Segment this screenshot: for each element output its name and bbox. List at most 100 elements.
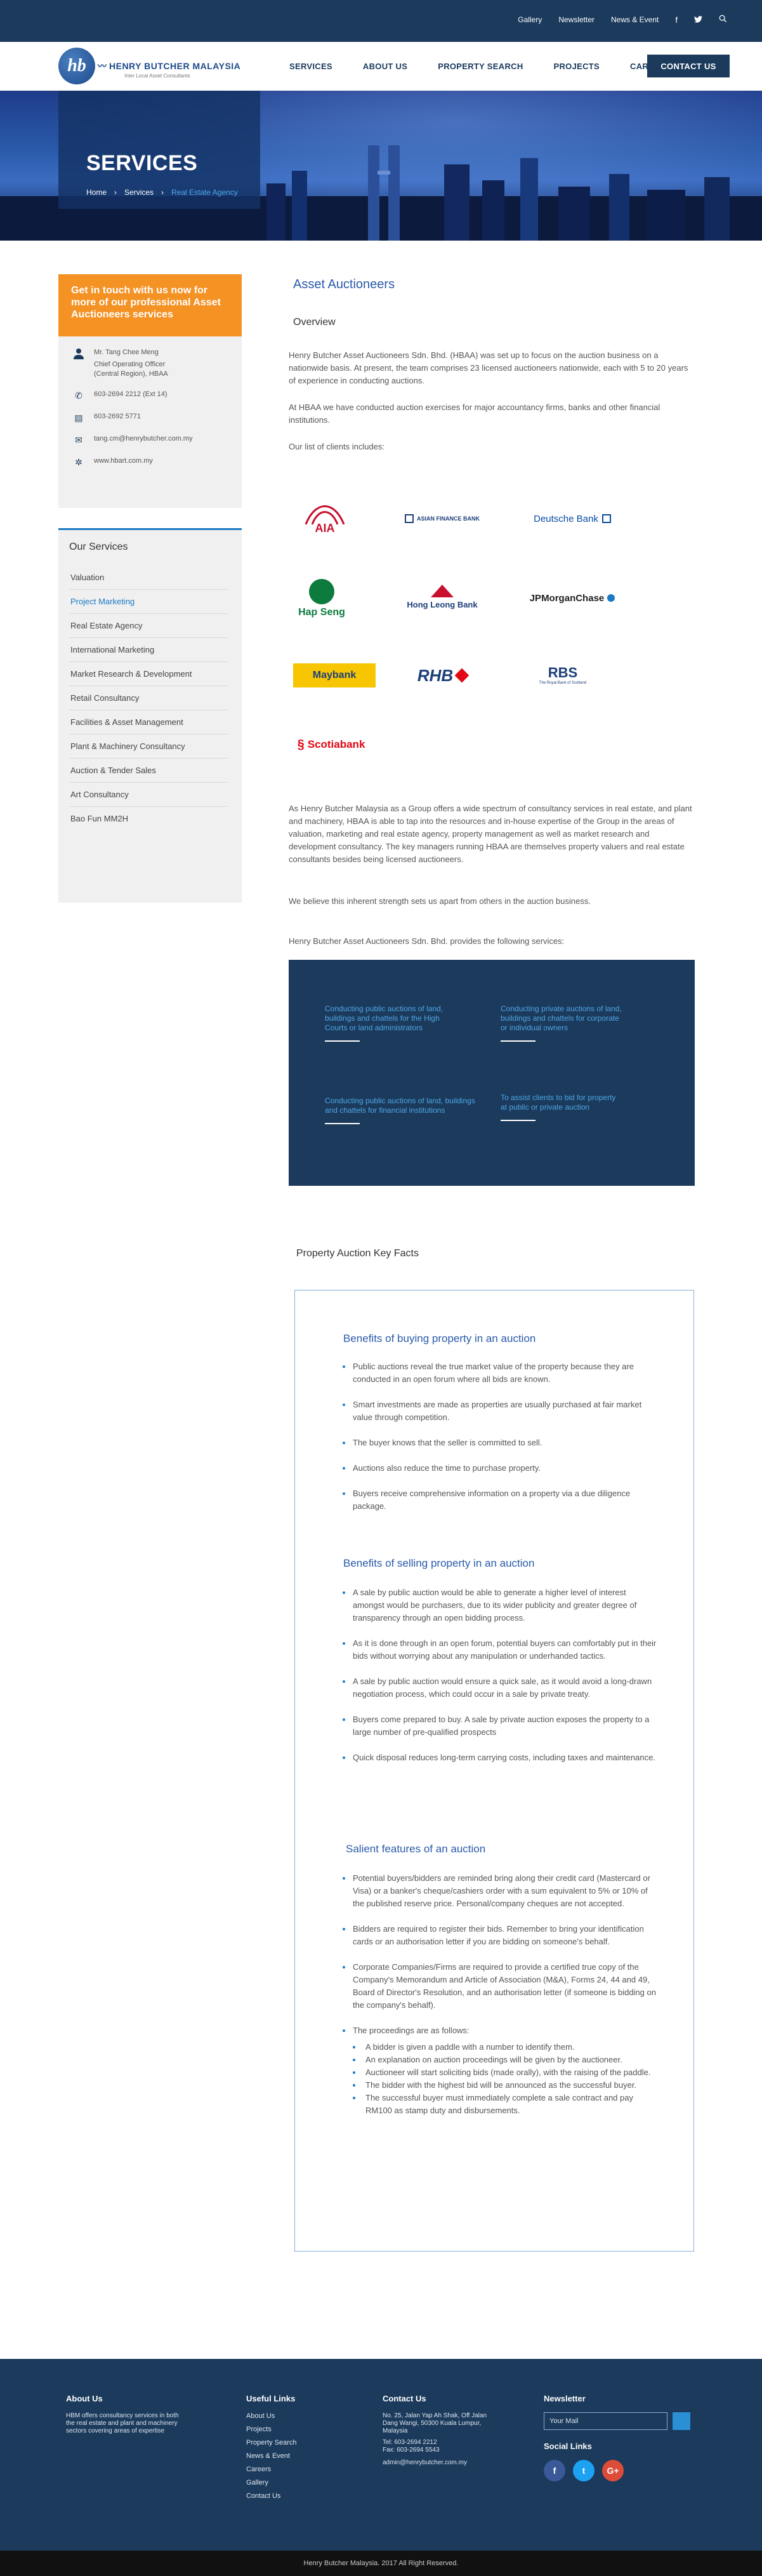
page-title: SERVICES xyxy=(86,151,198,175)
nav-property-search[interactable]: PROPERTY SEARCH xyxy=(438,62,523,71)
service-link-real-estate[interactable]: Real Estate Agency xyxy=(69,614,228,638)
proceedings-list: A bidder is given a paddle with a number… xyxy=(353,2041,657,2117)
facebook-icon[interactable]: f xyxy=(544,2460,565,2481)
nav-about-us[interactable]: ABOUT US xyxy=(363,62,407,71)
globe-icon: ✲ xyxy=(75,457,82,467)
logo[interactable]: hb 〰 HENRY BUTCHER MALAYSIA Inter Local … xyxy=(58,48,240,84)
list-item: As it is done through in an open forum, … xyxy=(343,1637,657,1663)
overview-heading: Overview xyxy=(293,317,336,328)
our-services-title: Our Services xyxy=(69,541,128,552)
salient-features-title: Salient features of an auction xyxy=(346,1843,486,1855)
list-item: Bidders are required to register their b… xyxy=(343,1923,657,1948)
fax-icon: ▤ xyxy=(74,413,83,423)
overview-paragraph-2: At HBAA we have conducted auction exerci… xyxy=(289,402,660,425)
chevron-right-icon: › xyxy=(114,188,117,197)
buying-benefits-title: Benefits of buying property in an auctio… xyxy=(343,1332,536,1344)
newsletter-title: Newsletter xyxy=(544,2394,586,2403)
person-icon xyxy=(72,348,85,361)
selling-benefits-title: Benefits of selling property in an aucti… xyxy=(343,1557,535,1569)
facebook-icon[interactable]: f xyxy=(675,15,678,25)
client-logo-maybank: Maybank xyxy=(293,663,376,687)
service-link-mm2h[interactable]: Bao Fun MM2H xyxy=(69,807,228,830)
service-link-art-consultancy[interactable]: Art Consultancy xyxy=(69,783,228,807)
footer-link-news[interactable]: News & Event xyxy=(246,2452,341,2460)
client-logos: AIA ASIAN FINANCE BANK Deutsche Bank Hap… xyxy=(293,489,674,768)
contact-email[interactable]: tang.cm@henrybutcher.com.my xyxy=(94,435,192,442)
logo-mark: hb xyxy=(58,48,95,84)
newsletter-email-input[interactable]: Your Mail xyxy=(544,2412,667,2430)
footer-link-about[interactable]: About Us xyxy=(246,2412,341,2420)
service-link-market-research[interactable]: Market Research & Development xyxy=(69,662,228,686)
footer-fax: Fax: 603-2694 5543 xyxy=(383,2447,440,2453)
twitter-icon[interactable]: t xyxy=(573,2460,594,2481)
list-item: Auctioneer will start soliciting bids (m… xyxy=(353,2066,657,2079)
search-icon[interactable] xyxy=(719,15,727,25)
nav-services[interactable]: SERVICES xyxy=(289,62,332,71)
auction-services-panel: Conducting public auctions of land, buil… xyxy=(289,960,695,1186)
topbar-link-newsletter[interactable]: Newsletter xyxy=(558,15,594,24)
client-logo-scotiabank: § Scotiabank xyxy=(297,737,365,752)
hero-banner: SERVICES Home › Services › Real Estate A… xyxy=(0,91,762,241)
breadcrumb-home[interactable]: Home xyxy=(86,188,107,197)
overview-paragraph-1: Henry Butcher Asset Auctioneers Sdn. Bhd… xyxy=(289,350,688,385)
contact-web[interactable]: www.hbart.com.my xyxy=(94,457,153,465)
footer-contact-title: Contact Us xyxy=(383,2394,426,2403)
breadcrumb-current: Real Estate Agency xyxy=(171,188,238,197)
main-header: hb 〰 HENRY BUTCHER MALAYSIA Inter Local … xyxy=(0,42,762,91)
contact-us-button[interactable]: CONTACT US xyxy=(647,55,730,77)
list-item: Public auctions reveal the true market v… xyxy=(343,1360,657,1386)
service-link-retail-consultancy[interactable]: Retail Consultancy xyxy=(69,686,228,710)
phone-icon: ✆ xyxy=(75,390,82,401)
client-logo-rbs: RBS The Royal Bank of Scotland xyxy=(539,664,587,685)
logo-wave-icon: 〰 xyxy=(98,61,107,71)
twitter-icon[interactable] xyxy=(694,15,702,25)
top-bar: Gallery Newsletter News & Event f xyxy=(0,0,762,42)
our-services-box: Our Services Valuation Project Marketing… xyxy=(58,528,242,903)
email-icon: ✉ xyxy=(75,435,82,445)
newsletter-submit-button[interactable] xyxy=(673,2412,690,2430)
topbar-link-gallery[interactable]: Gallery xyxy=(518,15,542,24)
list-item: Buyers receive comprehensive information… xyxy=(343,1487,657,1513)
footer-link-projects[interactable]: Projects xyxy=(246,2426,341,2433)
service-link-valuation[interactable]: Valuation xyxy=(69,566,228,590)
contact-card: Mr. Tang Chee Meng Chief Operating Offic… xyxy=(58,336,242,508)
footer-about-title: About Us xyxy=(66,2394,103,2403)
clients-intro: Our list of clients includes: xyxy=(289,442,385,451)
selling-benefits-list: A sale by public auction would be able t… xyxy=(343,1586,657,1777)
contact-phone[interactable]: 603-2694 2212 (Ext 14) xyxy=(94,390,168,398)
services-intro: Henry Butcher Asset Auctioneers Sdn. Bhd… xyxy=(289,936,565,946)
list-item: The buyer knows that the seller is commi… xyxy=(343,1437,657,1449)
footer-link-contact[interactable]: Contact Us xyxy=(246,2492,341,2500)
key-facts-box: Benefits of buying property in an auctio… xyxy=(294,1290,694,2252)
service-link-auction[interactable]: Auction & Tender Sales xyxy=(69,759,228,783)
nav-projects[interactable]: PROJECTS xyxy=(554,62,600,71)
buying-benefits-list: Public auctions reveal the true market v… xyxy=(343,1360,657,1525)
service-link-international-marketing[interactable]: International Marketing xyxy=(69,638,228,662)
breadcrumb-services[interactable]: Services xyxy=(124,188,154,197)
salient-features-list: Potential buyers/bidders are reminded br… xyxy=(343,1872,657,2130)
list-item: The proceedings are as follows: A bidder… xyxy=(343,2024,657,2117)
list-item: A sale by public auction would be able t… xyxy=(343,1586,657,1624)
footer-about-text: HBM offers consultancy services in both … xyxy=(66,2412,179,2434)
contact-fax: 603-2692 5771 xyxy=(94,413,141,420)
auction-service-item: Conducting public auctions of land, buil… xyxy=(325,1004,445,1042)
client-logo-hap-seng: Hap Seng xyxy=(293,574,350,622)
service-link-project-marketing[interactable]: Project Marketing xyxy=(69,590,228,614)
service-link-facilities[interactable]: Facilities & Asset Management xyxy=(69,710,228,734)
main-nav: SERVICES ABOUT US PROPERTY SEARCH PROJEC… xyxy=(289,42,730,91)
auction-service-item: Conducting private auctions of land, bui… xyxy=(501,1004,627,1042)
sidebar-cta: Get in touch with us now for more of our… xyxy=(58,274,242,336)
list-item: Potential buyers/bidders are reminded br… xyxy=(343,1872,657,1910)
chevron-right-icon: › xyxy=(161,188,164,197)
service-link-plant-machinery[interactable]: Plant & Machinery Consultancy xyxy=(69,734,228,759)
footer-email[interactable]: admin@henrybutcher.com.my xyxy=(383,2459,490,2467)
footer-link-gallery[interactable]: Gallery xyxy=(246,2479,341,2486)
group-paragraph: As Henry Butcher Malaysia as a Group off… xyxy=(289,804,692,864)
footer-link-careers[interactable]: Careers xyxy=(246,2466,341,2473)
google-plus-icon[interactable]: G+ xyxy=(602,2460,624,2481)
footer-link-property-search[interactable]: Property Search xyxy=(246,2439,341,2447)
breadcrumb: Home › Services › Real Estate Agency xyxy=(86,188,238,197)
topbar-link-news[interactable]: News & Event xyxy=(611,15,659,24)
client-logo-hong-leong: Hong Leong Bank xyxy=(398,581,487,613)
auction-service-item: To assist clients to bid for property at… xyxy=(501,1093,621,1121)
